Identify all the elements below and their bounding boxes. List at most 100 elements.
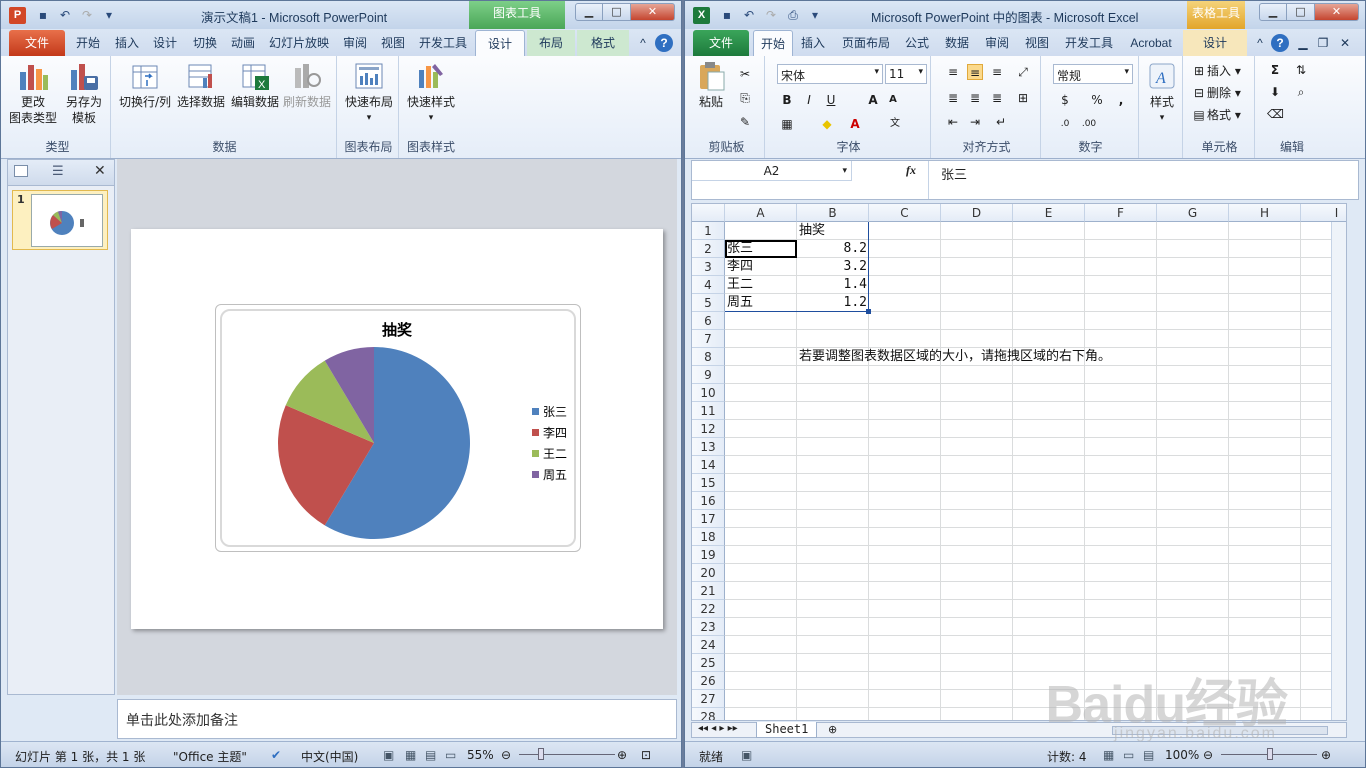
chart-object[interactable]: 抽奖 张三 李四 王二 周五	[215, 304, 581, 552]
slide-sorter-icon[interactable]: ▦	[405, 748, 416, 762]
tab-data[interactable]: 数据	[939, 30, 975, 56]
clear-icon[interactable]: ⌫	[1267, 106, 1284, 122]
row-header[interactable]: 19	[692, 546, 725, 564]
phonetic-icon[interactable]: 文	[887, 116, 903, 132]
sheet-tab-sheet1[interactable]: Sheet1	[756, 722, 818, 738]
percent-icon[interactable]: %	[1089, 92, 1105, 108]
borders-icon[interactable]: ▦	[779, 116, 795, 132]
spellcheck-icon[interactable]: ✔	[271, 748, 281, 762]
bold-icon[interactable]: B	[779, 92, 795, 108]
print-preview-icon[interactable]: ⎙	[785, 7, 801, 23]
row-header[interactable]: 15	[692, 474, 725, 492]
tab-slideshow[interactable]: 幻灯片放映	[263, 30, 335, 56]
close-button[interactable]: ✕	[631, 3, 675, 21]
orientation-icon[interactable]: ⤢	[1015, 64, 1031, 80]
underline-icon[interactable]: U	[823, 92, 839, 108]
column-header[interactable]: B	[797, 204, 869, 222]
range-resize-handle[interactable]	[866, 309, 871, 314]
cell-b3[interactable]: 3.2	[797, 258, 869, 276]
tab-page-layout[interactable]: 页面布局	[835, 30, 897, 56]
quick-styles-button[interactable]: 快速样式 ▾	[403, 60, 459, 126]
tab-transitions[interactable]: 切换	[187, 30, 223, 56]
edit-data-button[interactable]: X 编辑数据	[229, 60, 281, 110]
comma-icon[interactable]: ,	[1113, 92, 1129, 108]
row-header[interactable]: 22	[692, 600, 725, 618]
column-header[interactable]: G	[1157, 204, 1229, 222]
row-header[interactable]: 17	[692, 510, 725, 528]
decrease-font-icon[interactable]: A	[885, 92, 901, 108]
row-header[interactable]: 4	[692, 276, 725, 294]
slide-canvas[interactable]: 抽奖 张三 李四 王二 周五	[131, 229, 663, 629]
row-header[interactable]: 23	[692, 618, 725, 636]
outline-tab-icon[interactable]: ☰	[52, 164, 64, 179]
row-header[interactable]: 3	[692, 258, 725, 276]
zoom-level[interactable]: 55%	[467, 748, 494, 762]
currency-icon[interactable]: $	[1057, 92, 1073, 108]
page-layout-view-icon[interactable]: ▭	[1123, 748, 1134, 762]
sheet-nav-arrows[interactable]: ◂◂ ◂ ▸ ▸▸	[698, 723, 738, 734]
sort-filter-icon[interactable]: ⇅	[1293, 62, 1309, 78]
undo-icon[interactable]: ↶	[57, 7, 73, 23]
customize-qat-icon[interactable]: ▾	[101, 7, 117, 23]
row-header[interactable]: 18	[692, 528, 725, 546]
formula-input[interactable]: 张三	[928, 161, 1358, 199]
zoom-out-icon[interactable]: ⊖	[1203, 748, 1213, 762]
language[interactable]: 中文(中国)	[301, 748, 358, 765]
tab-home[interactable]: 开始	[69, 30, 107, 56]
row-header[interactable]: 1	[692, 222, 725, 240]
save-icon[interactable]: ▪	[35, 7, 51, 23]
workbook-close-icon[interactable]: ✕	[1337, 30, 1353, 56]
tab-insert[interactable]: 插入	[795, 30, 831, 56]
row-header[interactable]: 8	[692, 348, 725, 366]
slides-tab-icon[interactable]	[14, 165, 28, 177]
row-header[interactable]: 16	[692, 492, 725, 510]
row-header[interactable]: 6	[692, 312, 725, 330]
zoom-slider-thumb[interactable]	[1267, 748, 1273, 760]
maximize-button[interactable]: □	[603, 3, 631, 21]
maximize-button[interactable]: □	[1287, 3, 1315, 21]
column-header[interactable]: H	[1229, 204, 1301, 222]
tab-home[interactable]: 开始	[753, 30, 793, 56]
row-header[interactable]: 14	[692, 456, 725, 474]
column-header[interactable]: E	[1013, 204, 1085, 222]
row-header[interactable]: 27	[692, 690, 725, 708]
redo-icon[interactable]: ↷	[763, 7, 779, 23]
tab-chart-format[interactable]: 格式	[577, 30, 629, 56]
close-button[interactable]: ✕	[1315, 3, 1359, 21]
paste-button[interactable]: 粘贴	[693, 60, 729, 110]
align-center-icon[interactable]: ≣	[967, 90, 983, 106]
powerpoint-app-icon[interactable]: P	[9, 7, 26, 24]
workbook-restore-icon[interactable]: ❐	[1315, 30, 1331, 56]
row-header[interactable]: 12	[692, 420, 725, 438]
align-right-icon[interactable]: ≣	[989, 90, 1005, 106]
font-color-icon[interactable]: A	[847, 116, 863, 132]
format-cells-button[interactable]: ▤ 格式 ▾	[1191, 106, 1241, 123]
decrease-indent-icon[interactable]: ⇤	[945, 114, 961, 130]
number-format-select[interactable]: 常规 ▾	[1053, 64, 1133, 84]
minimize-ribbon-icon[interactable]: ^	[635, 30, 651, 56]
cell-b1[interactable]: 抽奖	[797, 222, 869, 240]
row-header[interactable]: 24	[692, 636, 725, 654]
column-header[interactable]: I	[1301, 204, 1346, 222]
row-header[interactable]: 11	[692, 402, 725, 420]
normal-view-icon[interactable]: ▣	[383, 748, 394, 762]
row-header[interactable]: 25	[692, 654, 725, 672]
zoom-level[interactable]: 100%	[1165, 748, 1199, 762]
align-top-icon[interactable]: ≡	[945, 64, 961, 80]
find-select-icon[interactable]: ⌕	[1293, 84, 1309, 100]
zoom-out-icon[interactable]: ⊖	[501, 748, 511, 762]
undo-icon[interactable]: ↶	[741, 7, 757, 23]
cell-a5[interactable]: 周五	[725, 294, 797, 312]
refresh-data-button[interactable]: 刷新数据	[281, 60, 333, 110]
font-size-select[interactable]: 11 ▾	[885, 64, 927, 84]
column-header[interactable]: A	[725, 204, 797, 222]
copy-icon[interactable]: ⎘	[737, 90, 753, 106]
help-icon[interactable]: ?	[655, 34, 673, 52]
tab-animations[interactable]: 动画	[225, 30, 261, 56]
macro-record-icon[interactable]: ▣	[741, 748, 752, 762]
delete-cells-button[interactable]: ⊟ 删除 ▾	[1191, 84, 1241, 101]
row-header[interactable]: 9	[692, 366, 725, 384]
cell-b4[interactable]: 1.4	[797, 276, 869, 294]
close-pane-icon[interactable]: ✕	[94, 163, 106, 179]
increase-font-icon[interactable]: A	[865, 92, 881, 108]
